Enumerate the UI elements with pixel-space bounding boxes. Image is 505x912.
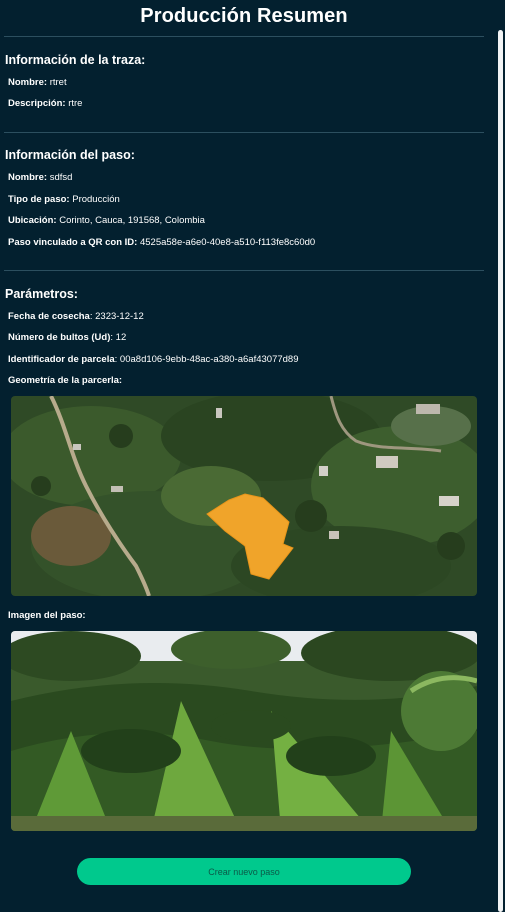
field-label: Número de bultos (Ud)	[8, 332, 111, 343]
field-label: Identificador de parcela	[8, 354, 115, 365]
field-value: sdfsd	[49, 172, 73, 183]
field-value: : 2323-12-12	[89, 311, 144, 322]
create-new-step-button[interactable]: Crear nuevo paso	[77, 858, 411, 885]
field-value: Producción	[72, 194, 120, 205]
field-value: rtre	[68, 98, 83, 109]
field-value: 4525a58e-a6e0-40e8-a510-f113fe8c60d0	[139, 237, 316, 248]
field-value: : 12	[110, 332, 127, 343]
field-value: rtret	[49, 77, 67, 88]
field-label: Nombre:	[8, 77, 48, 88]
step-info-heading: Información del paso:	[5, 148, 135, 162]
parameters-heading: Parámetros:	[5, 287, 78, 301]
step-type-field: Tipo de paso: Producción	[8, 194, 120, 206]
step-name-field: Nombre: sdfsd	[8, 172, 72, 184]
field-label: Descripción:	[8, 98, 66, 109]
trace-info-heading: Información de la traza:	[5, 53, 146, 67]
trace-description-field: Descripción: rtre	[8, 98, 82, 110]
parcel-map[interactable]	[11, 396, 477, 596]
parcel-geometry-label: Geometría de la parcerla:	[8, 375, 123, 386]
step-qr-id-field: Paso vinculado a QR con ID: 4525a58e-a6e…	[8, 237, 315, 249]
page-title: Producción Resumen	[140, 5, 348, 27]
divider	[4, 36, 484, 37]
field-label: Ubicación:	[8, 215, 57, 226]
parcel-id-field: Identificador de parcela: 00a8d106-9ebb-…	[8, 354, 298, 366]
harvest-date-field: Fecha de cosecha: 2323-12-12	[8, 311, 144, 323]
field-label: Fecha de cosecha	[8, 311, 90, 322]
field-label: Tipo de paso:	[8, 194, 70, 205]
divider	[4, 132, 484, 133]
production-summary-page: Producción Resumen Información de la tra…	[0, 0, 505, 912]
step-image-label: Imagen del paso:	[8, 610, 86, 621]
field-label: Paso vinculado a QR con ID:	[8, 237, 138, 248]
scrollbar[interactable]	[498, 30, 503, 912]
bundle-count-field: Número de bultos (Ud): 12	[8, 332, 126, 344]
step-location-field: Ubicación: Corinto, Cauca, 191568, Colom…	[8, 215, 205, 227]
field-value: : 00a8d106-9ebb-48ac-a380-a6af43077d89	[114, 354, 299, 365]
crop-field-photo	[11, 631, 477, 831]
field-label: Nombre:	[8, 172, 48, 183]
divider	[4, 270, 484, 271]
trace-name-field: Nombre: rtret	[8, 77, 67, 89]
satellite-map-image	[11, 396, 477, 596]
step-photo[interactable]	[11, 631, 477, 831]
field-value: Corinto, Cauca, 191568, Colombia	[59, 215, 205, 226]
